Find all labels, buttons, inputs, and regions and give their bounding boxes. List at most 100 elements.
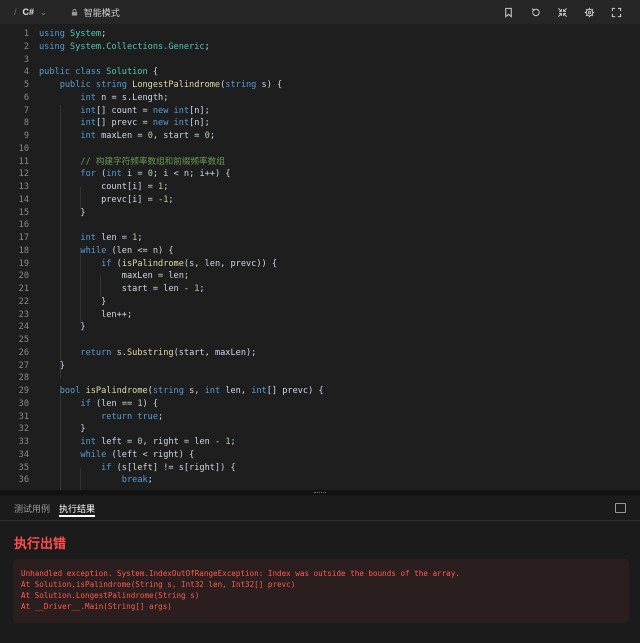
result-panel: 测试用例 执行结果 执行出错 Unhandled exception. Syst… [0,495,640,643]
code-text[interactable]: return true; [39,411,163,424]
code-line[interactable]: 35 if (s[left] != s[right]) { [0,462,600,475]
code-line[interactable]: 1 using System; [0,28,600,41]
code-line[interactable]: 26 return s.Substring(start, maxLen); [0,347,600,360]
line-number: 9 [23,131,29,141]
code-text[interactable]: count[i] = 1; [39,181,168,194]
line-number: 24 [18,322,29,333]
code-line[interactable]: 17 int len = 1; [0,232,600,245]
code-line[interactable]: 33 int left = 0, right = len - 1; [0,436,600,449]
code-line[interactable]: 16 [0,219,600,232]
code-text[interactable]: maxLen = len; [39,270,189,283]
code-line[interactable]: 8 int[] prevc = new int[n]; [0,117,600,130]
error-line: At Solution.LongestPalindrome(String s) [21,591,200,600]
code-text[interactable]: public string LongestPalindrome(string s… [39,79,283,92]
code-line[interactable]: 6 int n = s.Length; [0,92,600,105]
line-number: 5 [23,80,29,90]
code-line[interactable]: 20 maxLen = len; [0,270,600,283]
code-text[interactable]: while (len <= n) { [39,245,173,258]
resize-grip[interactable] [314,492,326,494]
code-text[interactable]: prevc[i] = -1; [39,194,173,207]
code-line[interactable]: 31 return true; [0,411,600,424]
code-text[interactable]: } [39,360,65,373]
code-text[interactable]: return s.Substring(start, maxLen); [39,347,256,360]
code-line[interactable]: 13 count[i] = 1; [0,181,600,194]
code-line[interactable]: 10 [0,143,600,156]
code-text[interactable]: } [39,321,85,334]
code-text[interactable]: } [39,423,85,436]
line-number: 14 [18,194,29,205]
code-line[interactable]: 23 len++; [0,309,600,322]
line-number: 19 [18,258,29,269]
code-line[interactable]: 34 while (left < right) { [0,449,600,462]
gear-icon[interactable] [584,7,595,18]
line-number: 17 [18,233,29,243]
line-number: 36 [18,475,29,486]
line-number: 11 [18,156,29,167]
code-line[interactable]: 25 [0,334,600,347]
line-number: 18 [18,245,29,256]
line-number: 6 [23,92,29,103]
chevron-down-icon[interactable]: ⌄ [40,8,47,17]
bookmark-icon[interactable] [503,7,514,18]
code-line[interactable]: 5 public string LongestPalindrome(string… [0,79,600,92]
line-number: 29 [18,386,29,396]
code-line[interactable]: 36 break; [0,474,600,487]
fullscreen-icon[interactable] [611,7,622,18]
code-line[interactable]: 7 int[] count = new int[n]; [0,105,600,118]
code-text[interactable]: break; [39,474,153,487]
undo-icon[interactable] [530,7,541,18]
code-text[interactable]: int[] prevc = new int[n]; [39,117,209,130]
code-line[interactable]: 24 } [0,321,600,334]
shrink-icon[interactable] [557,7,568,18]
code-line[interactable]: 2 using System.Collections.Generic; [0,41,600,54]
collapse-panel-icon[interactable] [615,503,626,513]
code-text[interactable]: int n = s.Length; [39,92,168,105]
code-line[interactable]: 22 } [0,296,600,309]
code-text[interactable]: public class Solution { [39,66,158,79]
code-text[interactable]: if (isPalindrome(s, len, prevc)) { [39,258,277,271]
code-editor[interactable]: 1 using System; 2 using System.Collections.… [0,24,640,490]
code-text[interactable]: int maxLen = 0, start = 0; [39,130,215,143]
code-line[interactable]: 9 int maxLen = 0, start = 0; [0,130,600,143]
line-number: 33 [18,437,29,447]
code-line[interactable]: 27 } [0,360,600,373]
tab-run-result[interactable]: 执行结果 [59,502,96,517]
code-line[interactable]: 3 [0,54,600,67]
line-number: 20 [18,271,29,282]
code-line[interactable]: 15 } [0,207,600,220]
line-number: 27 [18,360,29,371]
line-number: 30 [18,398,29,409]
code-line[interactable]: 29 bool isPalindrome(string s, int len, … [0,385,600,398]
code-line[interactable]: 21 start = len - 1; [0,283,600,296]
mode-label[interactable]: 智能模式 [84,6,120,19]
code-text[interactable]: bool isPalindrome(string s, int len, int… [39,385,324,398]
line-number: 26 [18,347,29,358]
code-text[interactable]: start = len - 1; [39,283,205,296]
code-line[interactable]: 4 public class Solution { [0,66,600,79]
code-text[interactable]: int left = 0, right = len - 1; [39,436,235,449]
code-text[interactable]: for (int i = 0; i < n; i++) { [39,168,230,181]
code-text[interactable]: len++; [39,309,132,322]
code-text[interactable]: int[] count = new int[n]; [39,105,209,118]
code-text[interactable]: if (len == 1) { [39,398,158,411]
tab-test-cases[interactable]: 测试用例 [14,502,50,515]
code-text[interactable]: while (left < right) { [39,449,194,462]
code-line[interactable]: 28 [0,372,600,385]
code-line[interactable]: 19 if (isPalindrome(s, len, prevc)) { [0,258,600,271]
code-line[interactable]: 32 } [0,423,600,436]
code-line[interactable]: 30 if (len == 1) { [0,398,600,411]
code-text[interactable]: } [39,207,85,220]
line-number: 3 [23,54,29,65]
code-line[interactable]: 18 while (len <= n) { [0,245,600,258]
code-line[interactable]: 14 prevc[i] = -1; [0,194,600,207]
code-text[interactable]: using System.Collections.Generic; [39,41,210,54]
code-text[interactable]: int len = 1; [39,232,142,245]
language-selector[interactable]: C# [23,7,35,17]
code-text[interactable]: // 构建字符频率数组和前缀频率数组 [39,156,224,169]
line-number: 10 [18,143,29,154]
code-line[interactable]: 11 // 构建字符频率数组和前缀频率数组 [0,156,600,169]
code-text[interactable]: using System; [39,28,106,41]
code-text[interactable]: if (s[left] != s[right]) { [39,462,236,475]
code-line[interactable]: 12 for (int i = 0; i < n; i++) { [0,168,600,181]
code-text[interactable]: } [39,296,106,309]
